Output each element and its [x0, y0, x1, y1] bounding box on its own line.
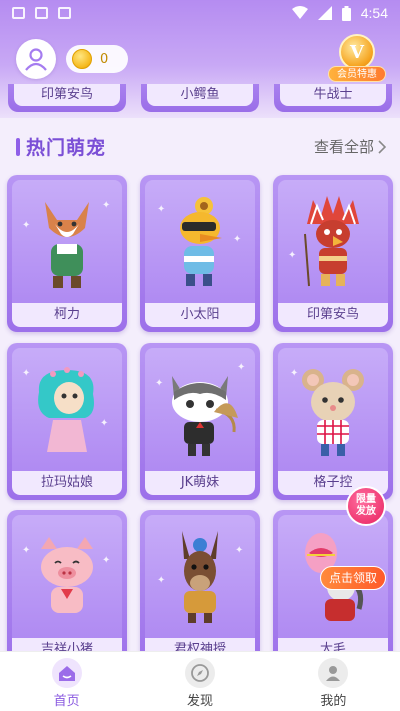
indian-bird-pet-illustration [304, 196, 359, 287]
pet-card-label: 牛战士 [280, 84, 386, 106]
signal-icon [317, 6, 332, 20]
vip-icon: V [339, 34, 375, 70]
pet-card-partial[interactable]: 印第安鸟 [8, 84, 126, 112]
coin-icon [72, 49, 92, 69]
pet-card[interactable]: ✦ ✦ 小太阳 [140, 175, 260, 332]
pet-card[interactable]: ✦ ✦ 柯力 [7, 175, 127, 332]
tab-profile[interactable]: 我的 [267, 652, 400, 711]
fox-pet-illustration [45, 202, 89, 288]
clock: 4:54 [360, 5, 388, 21]
tab-profile-label: 我的 [320, 694, 347, 709]
pet-card[interactable]: ✦ 印第安鸟 [273, 175, 393, 332]
pet-card-partial[interactable]: 小鳄鱼 [141, 84, 259, 112]
pet-card-partial[interactable]: 牛战士 [274, 84, 392, 112]
pet-card-label: 印第安鸟 [14, 84, 120, 106]
plaid-mouse-pet-illustration [302, 369, 364, 456]
compass-icon [184, 658, 215, 688]
coin-balance[interactable]: 0 [66, 45, 128, 73]
pet-name: 柯力 [12, 303, 122, 327]
pet-card[interactable]: ✦ 格子控 [273, 343, 393, 500]
pet-name: 小太阳 [145, 303, 255, 327]
claim-button[interactable]: 点击领取 [320, 566, 386, 590]
status-bar: 4:54 [0, 0, 400, 28]
pet-card[interactable]: ✦ ✦ 拉玛姑娘 [7, 343, 127, 500]
pet-name: JK萌妹 [145, 471, 255, 495]
limited-release-badge[interactable]: 限量 发放 [346, 486, 386, 526]
tab-discover[interactable]: 发现 [133, 652, 266, 711]
tab-home-label: 首页 [53, 694, 80, 709]
app-notification-icon [58, 7, 71, 19]
tab-home[interactable]: 首页 [0, 652, 133, 711]
user-icon [25, 48, 47, 71]
pet-name: 拉玛姑娘 [12, 471, 122, 495]
lucky-pig-pet-illustration [41, 537, 93, 613]
section-title: 热门萌宠 [26, 137, 107, 159]
view-all-link[interactable]: 查看全部 [314, 136, 386, 157]
battery-icon [341, 5, 351, 21]
profile-icon [318, 658, 349, 688]
limited-line2: 发放 [356, 506, 376, 517]
vip-offer-button[interactable]: V 会员特惠 [326, 34, 388, 84]
avatar[interactable] [16, 39, 56, 79]
wifi-icon [291, 6, 308, 19]
chevron-right-icon [378, 139, 386, 154]
pet-card[interactable]: ✦ ✦ JK萌妹 [140, 343, 260, 500]
jk-cat-pet-illustration [172, 376, 238, 456]
pet-name: 印第安鸟 [278, 303, 388, 327]
image-notification-icon [12, 7, 25, 19]
bottom-tab-bar: 首页 发现 我的 [0, 651, 400, 711]
limited-line1: 限量 [356, 494, 376, 505]
section-header: 热门萌宠 查看全部 [0, 126, 400, 166]
pet-card[interactable]: ✦ ✦ 吉祥小猪 [7, 510, 127, 667]
view-all-label: 查看全部 [313, 138, 374, 156]
previous-row: 印第安鸟 小鳄鱼 牛战士 [8, 84, 392, 112]
pet-card[interactable]: ✦ ✦ 君权神授 [140, 510, 260, 667]
tab-discover-label: 发现 [186, 694, 213, 709]
llama-girl-pet-illustration [38, 367, 94, 452]
coin-count: 0 [100, 51, 109, 67]
sun-bird-pet-illustration [180, 197, 222, 286]
pet-card-label: 小鳄鱼 [147, 84, 253, 106]
home-icon [51, 658, 82, 688]
vip-label: 会员特惠 [328, 66, 386, 82]
section-accent-bar [16, 138, 20, 156]
news-notification-icon [35, 7, 48, 19]
donkey-pet-illustration [182, 531, 218, 623]
